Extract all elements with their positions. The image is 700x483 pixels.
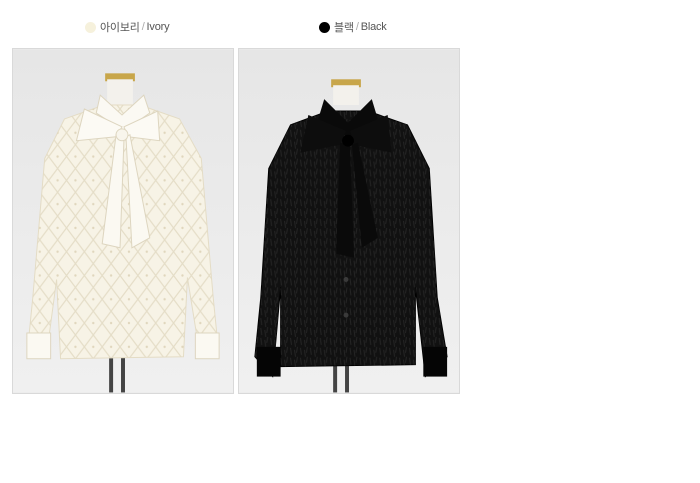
black-separator: / [355,21,359,33]
color-label-black: 블랙 / Black [319,19,387,35]
black-name-ko: 블랙 [334,22,354,34]
product-color-options: 아이보리 / Ivory 블랙 / Black [0,0,700,483]
ivory-swatch-icon [85,21,96,33]
color-label-ivory: 아이보리 / Ivory [85,19,170,35]
product-photo-ivory [12,48,234,394]
ivory-name-en: Ivory [146,21,170,33]
ivory-separator: / [141,21,145,33]
ivory-name-ko: 아이보리 [100,22,140,34]
product-photo-black [238,48,460,394]
black-name-en: Black [360,21,387,33]
ivory-blouse-image [13,49,233,393]
black-swatch-icon [319,21,330,33]
black-blouse-image [239,49,459,393]
